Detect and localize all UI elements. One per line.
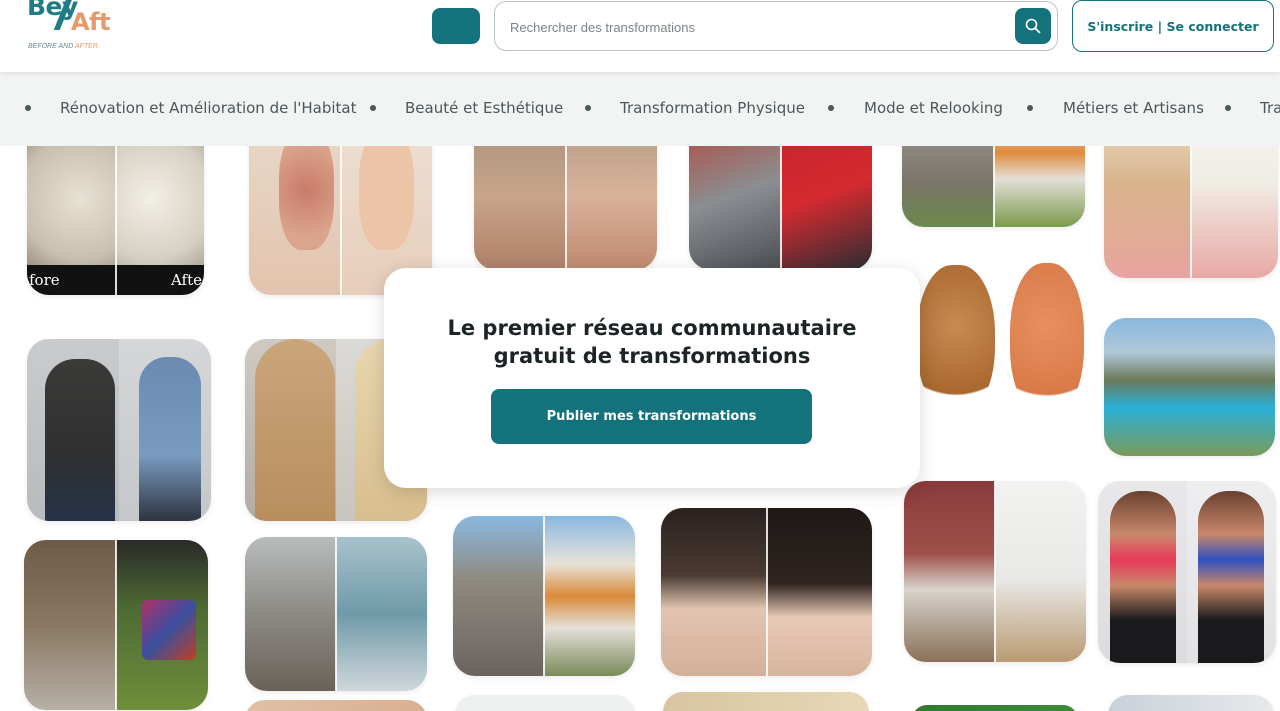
category-bullet <box>370 105 376 111</box>
category-truncated[interactable]: Tra <box>1260 99 1280 117</box>
tagline-part2: AFTER <box>74 43 98 50</box>
tile-hairline-restoration[interactable] <box>661 508 872 676</box>
tile-before-label: fore <box>29 271 60 289</box>
tile-chair-upholstery[interactable] <box>24 540 208 710</box>
tagline-part1: BEFORE AND <box>28 43 75 50</box>
tile-dog-grooming[interactable] <box>905 245 1092 425</box>
tile-partial-bottom-3[interactable] <box>912 705 1078 711</box>
category-physical[interactable]: Transformation Physique <box>620 99 805 117</box>
tile-bathroom-renovation[interactable] <box>245 537 427 691</box>
category-crafts[interactable]: Métiers et Artisans <box>1063 99 1204 117</box>
category-bullet <box>1225 105 1231 111</box>
category-home-renovation[interactable]: Rénovation et Amélioration de l'Habitat <box>60 99 357 117</box>
category-bullet <box>1027 105 1033 111</box>
category-bullet <box>25 105 31 111</box>
tile-watch-restoration[interactable]: fore Afte <box>27 120 204 295</box>
category-bullet <box>828 105 834 111</box>
tile-facade-renovation[interactable] <box>453 516 635 676</box>
search-button[interactable] <box>1015 8 1051 44</box>
logo[interactable]: Bey Aft BEFORE AND AFTER <box>27 0 127 54</box>
category-beauty[interactable]: Beauté et Esthétique <box>405 99 563 117</box>
menu-button[interactable] <box>432 8 480 44</box>
search-icon <box>1025 18 1041 34</box>
login-button[interactable]: S'inscrire | Se connecter <box>1072 0 1274 52</box>
publish-button[interactable]: Publier mes transformations <box>491 389 812 444</box>
site-header: Bey Aft BEFORE AND AFTER S'inscrire | Se… <box>0 0 1280 72</box>
category-bullet <box>585 105 591 111</box>
tile-partial-bottom-1[interactable] <box>455 695 635 711</box>
category-fashion[interactable]: Mode et Relooking <box>864 99 1003 117</box>
hero-card: Le premier réseau communautaire gratuit … <box>384 268 920 488</box>
logo-tagline: BEFORE AND AFTER <box>28 43 98 50</box>
tile-partial-bottom-5[interactable] <box>245 700 427 711</box>
search-bar <box>494 1 1058 51</box>
tile-partial-bottom-4[interactable] <box>1108 695 1274 711</box>
tile-after-label: Afte <box>170 271 202 289</box>
tile-pool-garden[interactable] <box>1104 318 1275 456</box>
tile-weight-loss-men[interactable] <box>27 339 211 521</box>
tile-fitness-women[interactable] <box>1098 481 1276 663</box>
search-input[interactable] <box>510 16 990 38</box>
tile-room-renovation[interactable] <box>904 481 1086 662</box>
tile-partial-bottom-2[interactable] <box>663 692 869 711</box>
hero-title: Le premier réseau communautaire gratuit … <box>447 316 857 368</box>
logo-text-aft: Aft <box>71 8 111 36</box>
category-bar: Rénovation et Amélioration de l'Habitat … <box>0 72 1280 146</box>
